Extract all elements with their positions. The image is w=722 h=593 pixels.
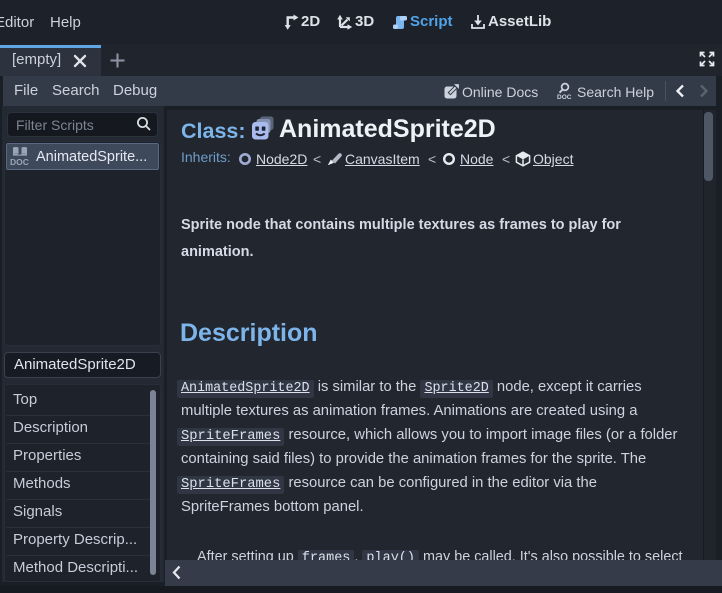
svg-text:DOC: DOC (10, 157, 29, 166)
svg-text:DOC: DOC (557, 94, 572, 100)
